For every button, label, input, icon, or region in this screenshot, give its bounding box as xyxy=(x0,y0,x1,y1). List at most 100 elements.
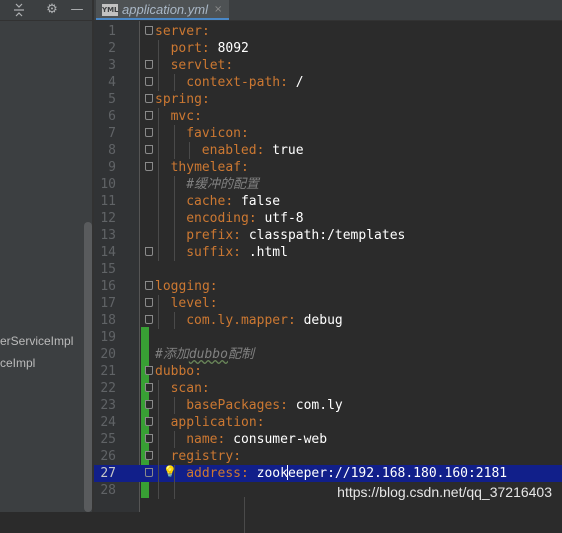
fold-marker-icon[interactable] xyxy=(145,281,153,290)
fold-marker-icon[interactable] xyxy=(145,400,153,409)
yaml-value: false xyxy=(240,194,281,209)
line-number: 8 xyxy=(108,143,116,158)
indent-guide xyxy=(158,142,159,159)
code-line[interactable]: 1 server: xyxy=(94,23,562,40)
indent-guide xyxy=(158,397,159,414)
fold-marker-icon[interactable] xyxy=(145,383,153,392)
fold-marker-icon[interactable] xyxy=(145,26,153,35)
code-editor[interactable]: 1 server: 2 port: 8092 3 servlet: 4 context-pat… xyxy=(94,21,562,533)
code-line[interactable]: 3 servlet: xyxy=(94,57,562,74)
project-tree-item[interactable]: ceImpl xyxy=(0,356,35,370)
code-line[interactable]: 2 port: 8092 xyxy=(94,40,562,57)
yaml-value: zookeeper://192.168.180.160:2181 xyxy=(256,465,508,481)
code-text: encoding: utf-8 xyxy=(186,211,304,226)
code-line[interactable]: 25 name: consumer-web xyxy=(94,431,562,448)
indent-guide xyxy=(173,210,175,227)
code-line[interactable]: 10 #缓冲的配置 xyxy=(94,176,562,193)
line-number: 16 xyxy=(100,279,116,294)
fold-marker-icon[interactable] xyxy=(145,366,153,375)
code-line[interactable]: 12 encoding: utf-8 xyxy=(94,210,562,227)
code-line[interactable]: 17 level: xyxy=(94,295,562,312)
code-text: scan: xyxy=(170,381,210,396)
code-line[interactable]: 26 registry: xyxy=(94,448,562,465)
indent-guide xyxy=(173,244,175,261)
close-icon[interactable]: × xyxy=(214,2,222,18)
indent-guide xyxy=(158,295,159,312)
code-text: mvc: xyxy=(170,109,202,124)
code-line[interactable]: 11 cache: false xyxy=(94,193,562,210)
yaml-comment: #添加dubbo配制 xyxy=(155,347,254,362)
code-line[interactable]: 4 context-path: / xyxy=(94,74,562,91)
code-line[interactable]: 6 mvc: xyxy=(94,108,562,125)
indent-guide xyxy=(158,414,159,431)
yaml-key: mvc xyxy=(170,109,195,124)
fold-marker-icon[interactable] xyxy=(145,94,153,103)
yaml-value: consumer-web xyxy=(233,432,328,447)
fold-marker-icon[interactable] xyxy=(145,77,153,86)
yaml-key: address xyxy=(186,466,241,481)
code-line[interactable]: 8 enabled: true xyxy=(94,142,562,159)
code-text: servlet: xyxy=(170,58,234,73)
code-line[interactable]: 13 prefix: classpath:/templates xyxy=(94,227,562,244)
code-text: #添加dubbo配制 xyxy=(155,346,254,363)
intention-bulb-icon[interactable]: 💡 xyxy=(163,465,177,479)
fold-marker-icon[interactable] xyxy=(145,247,153,256)
code-text: logging: xyxy=(155,279,218,294)
code-line[interactable]: 7 favicon: xyxy=(94,125,562,142)
code-line[interactable]: 16 logging: xyxy=(94,278,562,295)
project-tree-item[interactable]: erServiceImpl xyxy=(0,334,73,348)
yaml-value: debug xyxy=(303,313,343,328)
fold-marker-icon[interactable] xyxy=(145,145,153,154)
line-number: 24 xyxy=(100,415,116,430)
tab-application-yml[interactable]: YML application.yml × xyxy=(96,0,229,20)
collapse-all-icon[interactable] xyxy=(10,1,28,19)
line-number: 12 xyxy=(100,211,116,226)
indent-guide xyxy=(173,74,175,91)
yaml-key: registry xyxy=(170,449,234,464)
fold-marker-icon[interactable] xyxy=(145,128,153,137)
fold-marker-icon[interactable] xyxy=(145,315,153,324)
code-text: #缓冲的配置 xyxy=(186,176,259,193)
project-panel-scrollbar[interactable] xyxy=(84,222,92,512)
fold-marker-icon[interactable] xyxy=(145,417,153,426)
yaml-value: utf-8 xyxy=(264,211,304,226)
code-line[interactable]: 24 application: xyxy=(94,414,562,431)
gear-icon[interactable]: ⚙ xyxy=(43,1,61,19)
yaml-key: basePackages xyxy=(186,398,281,413)
code-text: level: xyxy=(170,296,218,311)
code-text: enabled: true xyxy=(201,143,304,158)
code-text: port: 8092 xyxy=(170,41,249,56)
fold-marker-icon[interactable] xyxy=(145,298,153,307)
fold-marker-icon[interactable] xyxy=(145,451,153,460)
yaml-key: com.ly.mapper xyxy=(186,313,288,328)
line-number: 11 xyxy=(100,194,116,209)
code-line[interactable]: 9 thymeleaf: xyxy=(94,159,562,176)
code-line[interactable]: 21 dubbo: xyxy=(94,363,562,380)
code-line[interactable]: 15 xyxy=(94,261,562,278)
code-line-current[interactable]: 27 address: zookeeper://192.168.180.160:2… xyxy=(94,465,562,482)
code-text: basePackages: com.ly xyxy=(186,398,343,413)
indent-guide xyxy=(173,312,175,329)
yaml-key: application xyxy=(170,415,257,430)
fold-marker-icon[interactable] xyxy=(145,162,153,171)
code-line[interactable]: 22 scan: xyxy=(94,380,562,397)
code-line[interactable]: 14 suffix: .html xyxy=(94,244,562,261)
code-text: server: xyxy=(155,24,210,39)
indent-guide xyxy=(158,244,159,261)
yaml-value: 8092 xyxy=(217,41,249,56)
line-number: 6 xyxy=(108,109,116,124)
code-line[interactable]: 20 #添加dubbo配制 xyxy=(94,346,562,363)
code-line[interactable]: 23 basePackages: com.ly xyxy=(94,397,562,414)
fold-marker-icon[interactable] xyxy=(145,111,153,120)
fold-marker-icon[interactable] xyxy=(145,468,153,477)
indent-guide xyxy=(158,176,159,193)
indent-guide xyxy=(244,497,245,533)
line-number: 20 xyxy=(100,347,116,362)
fold-marker-icon[interactable] xyxy=(145,434,153,443)
code-line[interactable]: 19 xyxy=(94,329,562,346)
code-line[interactable]: 5 spring: xyxy=(94,91,562,108)
code-line[interactable]: 18 com.ly.mapper: debug xyxy=(94,312,562,329)
fold-marker-icon[interactable] xyxy=(145,60,153,69)
yaml-key: servlet xyxy=(170,58,226,73)
minimize-icon[interactable]: — xyxy=(68,1,86,19)
